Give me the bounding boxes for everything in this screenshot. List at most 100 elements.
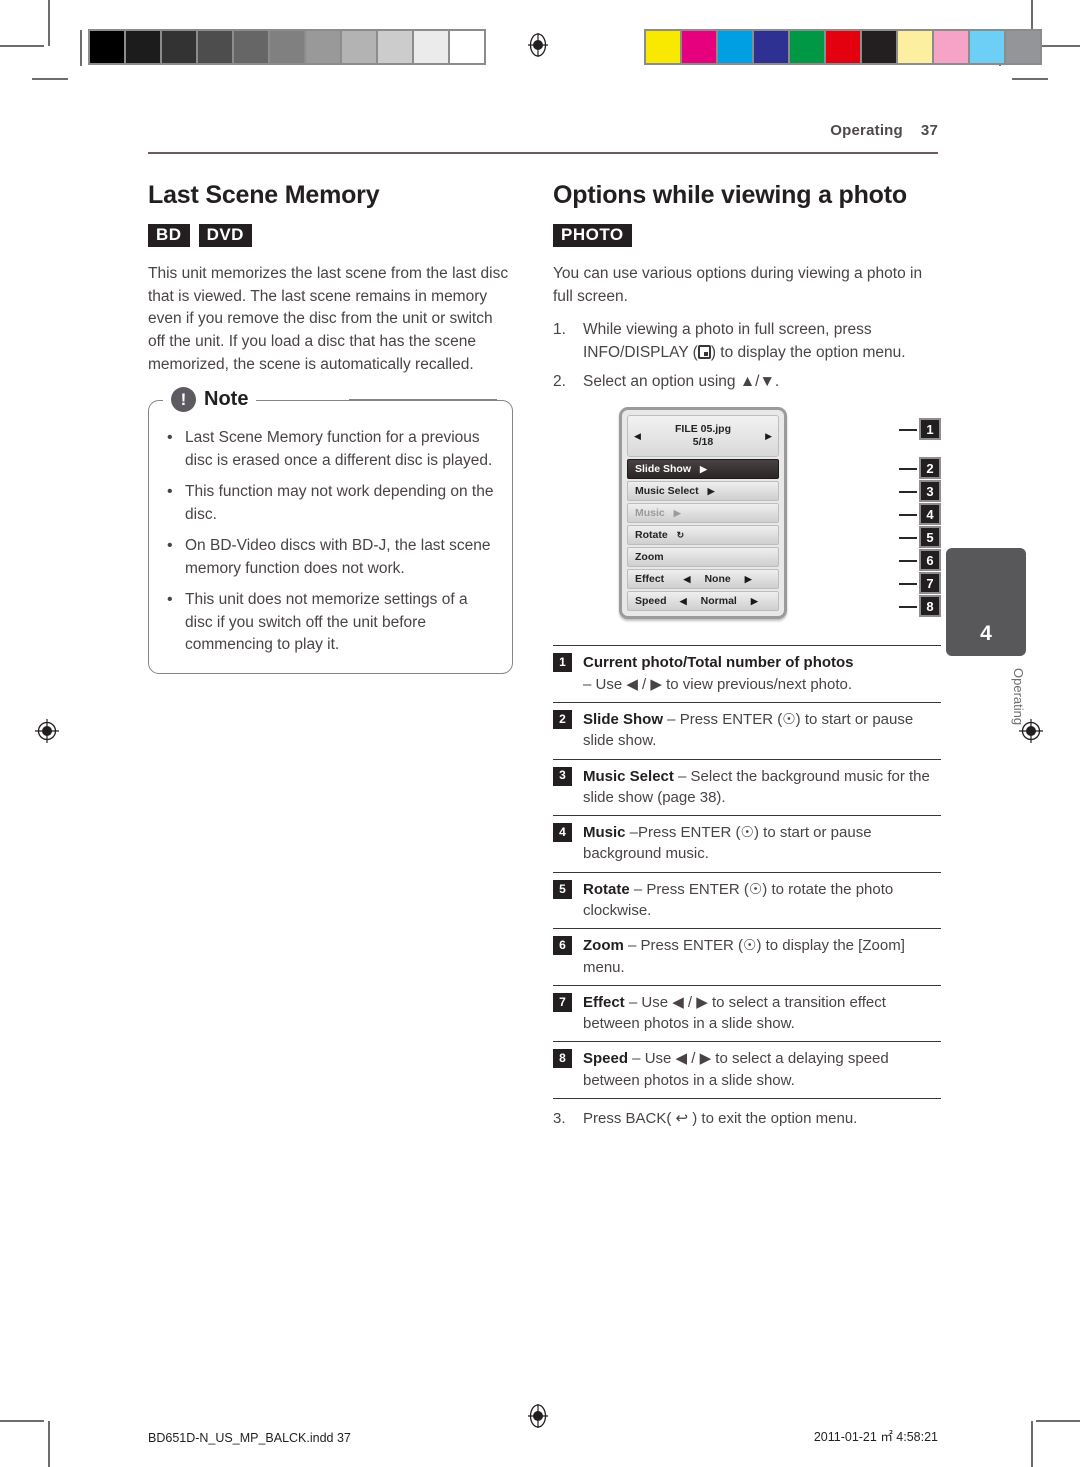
crop-mark-tl-v xyxy=(48,0,50,46)
callout-6: 6 xyxy=(919,549,941,572)
registration-mark-bottom xyxy=(525,1403,551,1429)
crop-mark-bl-h xyxy=(0,1420,44,1422)
exclamation-icon: ! xyxy=(171,387,196,413)
list-item: Last Scene Memory function for a previou… xyxy=(165,426,496,472)
legend-item-5: 5 Rotate – Press ENTER (☉) to rotate the… xyxy=(553,871,941,929)
gray-swatch xyxy=(198,31,232,63)
color-swatch xyxy=(898,31,932,63)
osd-row-rotate[interactable]: Rotate ↻ xyxy=(627,525,779,546)
callout-2: 2 xyxy=(919,457,941,480)
left-body-text: This unit memorizes the last scene from … xyxy=(148,265,509,373)
legend-number-3: 3 xyxy=(553,766,572,786)
legend-number-2: 2 xyxy=(553,709,572,729)
registration-mark-top xyxy=(525,32,551,58)
crop-mark-tl-h xyxy=(0,45,44,47)
grayscale-calibration-bar xyxy=(88,29,486,65)
effect-prev-arrow-icon[interactable]: ◀ xyxy=(684,574,691,584)
callout-5: 5 xyxy=(919,526,941,549)
legend-desc-5: – Press ENTER (☉) to rotate the photo cl… xyxy=(583,880,894,919)
legend-number-1: 1 xyxy=(553,653,572,673)
legend-number-6: 6 xyxy=(553,936,572,956)
play-icon: ▶ xyxy=(707,485,715,496)
next-photo-arrow-icon[interactable]: ▶ xyxy=(765,431,772,441)
gray-swatch xyxy=(414,31,448,63)
color-calibration-bar xyxy=(644,29,1042,65)
color-swatch xyxy=(718,31,752,63)
left-column: Last Scene Memory BD DVD This unit memori… xyxy=(148,181,513,674)
osd-value-effect: None xyxy=(704,573,731,586)
footer-filename: BD651D-N_US_MP_BALCK.indd 37 xyxy=(148,1431,351,1445)
badge-bd: BD xyxy=(148,223,190,248)
osd-row-slide-show[interactable]: Slide Show ▶ xyxy=(627,459,779,480)
legend-title-8: Speed xyxy=(583,1050,629,1068)
legend-item-1: 1 Current photo/Total number of photos –… xyxy=(553,645,941,702)
gray-swatch xyxy=(450,31,484,63)
osd-label-rotate: Rotate xyxy=(635,529,668,542)
callout-leader xyxy=(899,606,917,608)
legend-item-8: 8 Speed – Use ◀ / ▶ to select a delaying… xyxy=(553,1041,941,1100)
legend-number-7: 7 xyxy=(553,992,572,1012)
gray-swatch xyxy=(126,31,160,63)
display-icon xyxy=(697,345,711,360)
play-icon: ▶ xyxy=(700,463,707,474)
legend-item-3: 3 Music Select – Select the background m… xyxy=(553,758,941,816)
legend-title-2: Slide Show xyxy=(583,710,664,728)
osd-row-effect[interactable]: Effect ◀ None ▶ xyxy=(627,569,779,590)
gray-swatch xyxy=(90,31,124,63)
legend-item-4: 4 Music –Press ENTER (☉) to start or pau… xyxy=(553,815,941,872)
crop-mark-br-h xyxy=(1036,1420,1080,1422)
legend-number-4: 4 xyxy=(553,823,572,843)
header-section-label: Operating xyxy=(830,122,903,139)
osd-row-zoom[interactable]: Zoom xyxy=(627,547,779,568)
gray-swatch xyxy=(270,31,304,63)
legend-desc-1: – Use ◀ / ▶ to view previous/next photo. xyxy=(583,675,853,693)
osd-label-speed: Speed xyxy=(635,595,667,608)
gray-swatch xyxy=(306,31,340,63)
note-label: Note xyxy=(204,388,249,411)
crop-mark-tr-h2 xyxy=(1012,78,1048,80)
legend-title-6: Zoom xyxy=(583,937,624,955)
osd-row-music[interactable]: Music ▶ xyxy=(627,503,779,524)
legend-number-5: 5 xyxy=(553,879,572,899)
color-swatch xyxy=(934,31,968,63)
callout-4: 4 xyxy=(919,503,941,526)
legend-desc-8: – Use ◀ / ▶ to select a delaying speed b… xyxy=(583,1050,889,1089)
badge-photo: PHOTO xyxy=(553,223,632,248)
color-swatch xyxy=(682,31,716,63)
closing-step-text: Press BACK( ↩ ) to exit the option menu. xyxy=(583,1110,858,1128)
osd-label-music-select: Music Select xyxy=(635,485,699,498)
note-box: ! Note Last Scene Memory function for a … xyxy=(148,387,513,674)
legend-desc-7: – Use ◀ / ▶ to select a transition effec… xyxy=(583,993,886,1033)
speed-prev-arrow-icon[interactable]: ◀ xyxy=(680,596,687,606)
legend-title-3: Music Select xyxy=(583,767,674,785)
header-page-number: 37 xyxy=(920,122,938,139)
play-icon: ▶ xyxy=(673,507,681,518)
osd-row-speed[interactable]: Speed ◀ Normal ▶ xyxy=(627,591,779,612)
closing-step-number: 3. xyxy=(553,1110,566,1128)
osd-row-music-select[interactable]: Music Select ▶ xyxy=(627,481,779,502)
step-1-post: ) to display the option menu. xyxy=(710,344,906,362)
speed-next-arrow-icon[interactable]: ▶ xyxy=(751,596,758,606)
chapter-tab: 4 xyxy=(946,548,1026,656)
note-header: ! Note xyxy=(163,387,257,413)
procedure-steps: 1. While viewing a photo in full screen, … xyxy=(553,319,941,393)
step-2-number: 2. xyxy=(553,372,566,390)
legend-item-7: 7 Effect – Use ◀ / ▶ to select a transit… xyxy=(553,984,941,1042)
list-item: This unit does not memorize settings of … xyxy=(165,588,496,656)
osd-label-slide-show: Slide Show xyxy=(635,463,692,476)
step-2: 2. Select an option using ▲/▼. xyxy=(553,371,941,394)
prev-photo-arrow-icon[interactable]: ◀ xyxy=(634,431,641,441)
color-swatch xyxy=(826,31,860,63)
crop-mark-br-v xyxy=(1031,1421,1033,1467)
callout-leader xyxy=(899,429,917,431)
osd-panel: ◀ FILE 05.jpg 5/18 ▶ Slide Show ▶ Music … xyxy=(619,407,787,620)
callout-8: 8 xyxy=(919,595,941,618)
gray-swatch xyxy=(162,31,196,63)
left-section-title: Last Scene Memory xyxy=(148,181,380,209)
gray-swatch xyxy=(342,31,376,63)
right-column: Options while viewing a photo PHOTO You … xyxy=(553,181,941,1129)
effect-next-arrow-icon[interactable]: ▶ xyxy=(745,574,752,584)
osd-photo-info: ◀ FILE 05.jpg 5/18 ▶ xyxy=(627,415,779,458)
header-rule xyxy=(148,152,938,154)
callout-1: 1 xyxy=(919,418,941,441)
